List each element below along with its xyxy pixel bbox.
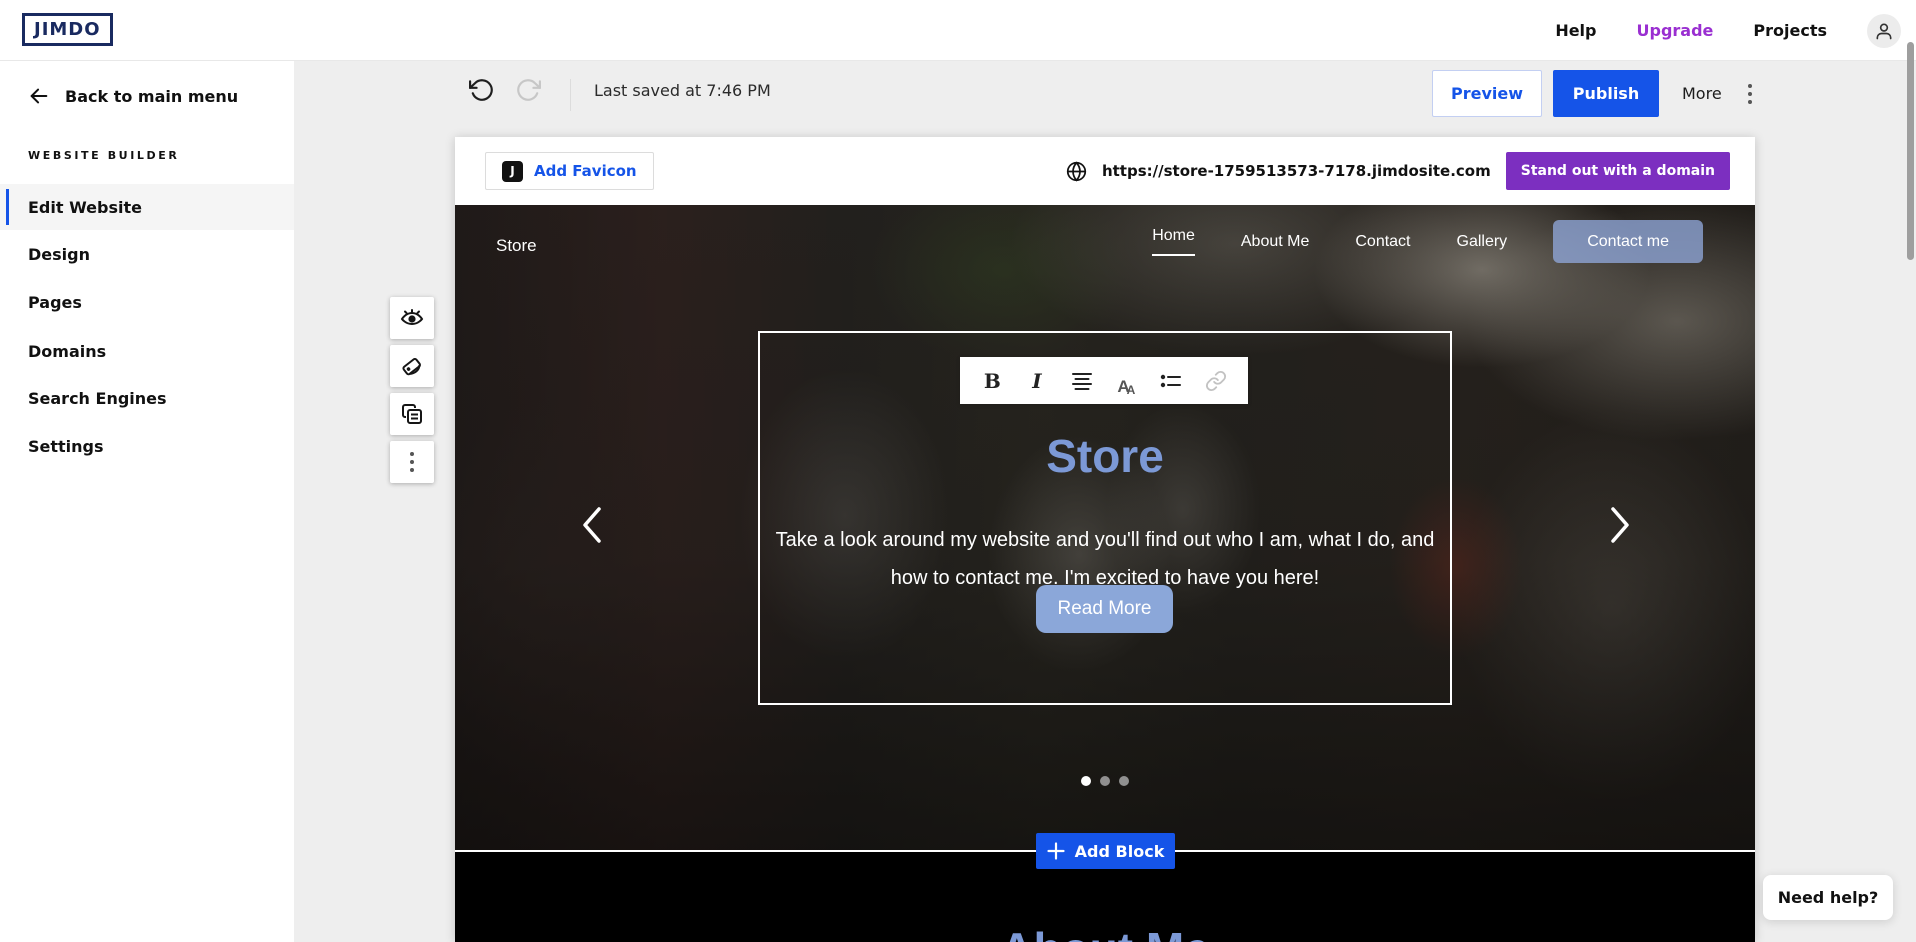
- align-center-button[interactable]: [1066, 365, 1098, 397]
- stand-out-domain-button[interactable]: Stand out with a domain: [1506, 152, 1730, 190]
- sidebar-item-search-engines[interactable]: Search Engines: [0, 375, 294, 421]
- jimdo-logo[interactable]: JIMDO: [22, 13, 113, 46]
- more-tools-button[interactable]: [390, 441, 434, 483]
- carousel-dot-2[interactable]: [1100, 776, 1110, 786]
- contact-me-button[interactable]: Contact me: [1553, 220, 1703, 263]
- style-tool-button[interactable]: [390, 345, 434, 387]
- selected-block-frame: B I AA: [758, 331, 1452, 705]
- jimdo-editor-screen: JIMDO Help Upgrade Projects Back to main…: [0, 0, 1916, 942]
- read-more-button[interactable]: Read More: [1036, 585, 1173, 633]
- carousel-dot-1[interactable]: [1081, 776, 1091, 786]
- add-favicon-label: Add Favicon: [534, 162, 637, 180]
- carousel-next-button[interactable]: [1605, 503, 1635, 547]
- sidebar-item-label: Settings: [28, 437, 104, 456]
- globe-icon: [1066, 161, 1087, 182]
- hero-section[interactable]: Store Home About Me Contact Gallery Cont…: [455, 205, 1755, 852]
- help-link[interactable]: Help: [1555, 21, 1596, 40]
- upgrade-link[interactable]: Upgrade: [1637, 21, 1714, 40]
- sidebar-item-label: Domains: [28, 342, 106, 361]
- add-block-label: Add Block: [1075, 842, 1165, 861]
- site-nav: Home About Me Contact Gallery Contact me: [1152, 220, 1703, 263]
- site-url-group: https://store-1759513573-7178.jimdosite.…: [1066, 152, 1730, 190]
- add-block-button[interactable]: Add Block: [1036, 833, 1175, 869]
- preview-button[interactable]: Preview: [1432, 70, 1542, 117]
- undo-icon: [469, 77, 495, 103]
- sidebar-heading: WEBSITE BUILDER: [28, 149, 179, 162]
- site-url-text: https://store-1759513573-7178.jimdosite.…: [1102, 162, 1491, 180]
- site-nav-home[interactable]: Home: [1152, 227, 1195, 256]
- sidebar-item-pages[interactable]: Pages: [0, 279, 294, 325]
- more-button[interactable]: More: [1682, 70, 1752, 117]
- site-brand[interactable]: Store: [496, 236, 537, 256]
- about-section-title[interactable]: About Me: [455, 922, 1755, 942]
- bold-button[interactable]: B: [976, 365, 1008, 397]
- back-to-main-menu[interactable]: Back to main menu: [28, 85, 238, 107]
- sidebar-item-settings[interactable]: Settings: [0, 423, 294, 469]
- font-size-icon-small: A: [1127, 383, 1136, 397]
- publish-button[interactable]: Publish: [1553, 70, 1659, 117]
- font-size-button[interactable]: AA: [1110, 365, 1142, 397]
- back-label: Back to main menu: [65, 87, 238, 106]
- site-nav-about-me[interactable]: About Me: [1241, 233, 1309, 251]
- sidebar-item-design[interactable]: Design: [0, 231, 294, 277]
- redo-button[interactable]: [512, 74, 544, 106]
- sidebar-item-label: Edit Website: [28, 198, 142, 217]
- kebab-icon: [410, 452, 414, 472]
- undo-button[interactable]: [466, 74, 498, 106]
- top-app-bar: JIMDO Help Upgrade Projects: [0, 0, 1916, 61]
- italic-button[interactable]: I: [1021, 365, 1053, 397]
- last-saved-text: Last saved at 7:46 PM: [594, 81, 771, 100]
- need-help-button[interactable]: Need help?: [1763, 875, 1893, 920]
- link-icon: [1205, 370, 1227, 392]
- toolbar-divider: [570, 79, 571, 111]
- visibility-tool-button[interactable]: [390, 297, 434, 339]
- favicon-placeholder-icon: J: [502, 161, 523, 182]
- site-canvas: J Add Favicon https://store-1759513573-7…: [455, 137, 1755, 942]
- top-nav: Help Upgrade Projects: [1555, 0, 1901, 61]
- workspace: Last saved at 7:46 PM Preview Publish Mo…: [294, 61, 1916, 942]
- site-nav-contact[interactable]: Contact: [1355, 233, 1410, 251]
- eye-icon: [400, 306, 424, 330]
- sidebar-item-domains[interactable]: Domains: [0, 328, 294, 374]
- redo-icon: [515, 77, 541, 103]
- sidebar-item-label: Search Engines: [28, 389, 167, 408]
- kebab-icon: [1748, 84, 1752, 104]
- hero-title[interactable]: Store: [760, 429, 1450, 483]
- text-format-toolbar: B I AA: [960, 357, 1248, 404]
- block-tools: [390, 297, 434, 483]
- align-center-icon: [1071, 371, 1093, 391]
- duplicate-tool-button[interactable]: [390, 393, 434, 435]
- list-button[interactable]: [1155, 365, 1187, 397]
- sidebar: Back to main menu WEBSITE BUILDER Edit W…: [0, 61, 294, 942]
- carousel-dots: [1081, 776, 1129, 786]
- link-button[interactable]: [1200, 365, 1232, 397]
- projects-link[interactable]: Projects: [1753, 21, 1827, 40]
- sidebar-item-edit-website[interactable]: Edit Website: [0, 184, 294, 230]
- copy-icon: [400, 402, 424, 426]
- scrollbar-thumb[interactable]: [1907, 42, 1914, 260]
- more-label: More: [1682, 84, 1722, 103]
- swatches-icon: [400, 354, 424, 378]
- sidebar-item-label: Design: [28, 245, 90, 264]
- sidebar-item-label: Pages: [28, 293, 82, 312]
- user-icon: [1874, 21, 1894, 41]
- site-nav-gallery[interactable]: Gallery: [1457, 233, 1508, 251]
- list-icon: [1160, 372, 1182, 390]
- add-favicon-button[interactable]: J Add Favicon: [485, 152, 654, 190]
- carousel-dot-3[interactable]: [1119, 776, 1129, 786]
- carousel-prev-button[interactable]: [577, 503, 607, 547]
- account-avatar-button[interactable]: [1867, 14, 1901, 48]
- plus-icon: [1047, 842, 1065, 860]
- arrow-left-icon: [28, 85, 50, 107]
